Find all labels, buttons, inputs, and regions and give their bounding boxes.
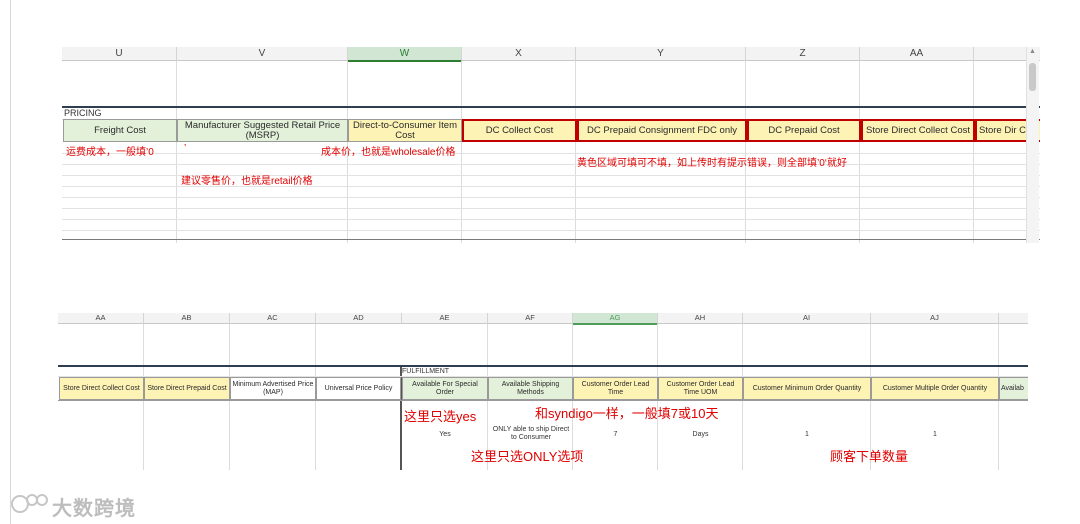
scrollbar-thumb[interactable]	[1029, 63, 1036, 91]
page-edge-line	[10, 0, 11, 524]
annotation-freight: 运费成本，一般填’0	[66, 147, 154, 158]
column-header-ag[interactable]: AG	[573, 313, 658, 325]
header-availab-truncated[interactable]: Availab	[999, 377, 1028, 400]
annotation-yes-only: 这里只选yes	[404, 409, 477, 424]
column-header-y[interactable]: Y	[576, 47, 746, 61]
annotation-syndigo: 和syndigo一样，一般填7或10天	[535, 406, 719, 421]
cell-shipping-value[interactable]: ONLY able to ship Direct to Consumer	[490, 426, 572, 442]
gridline	[62, 197, 1040, 198]
gridline	[62, 164, 1040, 165]
cell-lead-uom-value[interactable]: Days	[658, 431, 743, 439]
header-customer-multiple-order-quantity[interactable]: Customer Multiple Order Quantity	[871, 377, 999, 400]
header-store-direct-prepaid-cost[interactable]: Store Direct Prepaid Cost	[144, 377, 230, 400]
header-customer-minimum-order-quantity[interactable]: Customer Minimum Order Quantity	[743, 377, 871, 400]
column-header-ak[interactable]	[999, 313, 1028, 324]
cell-special-order-value[interactable]: Yes	[402, 431, 488, 439]
gridline	[62, 153, 1040, 154]
header-available-special-order[interactable]: Available For Special Order	[402, 377, 488, 400]
gridline	[62, 230, 1040, 231]
gridline	[745, 61, 746, 243]
header-customer-order-lead-time-uom[interactable]: Customer Order Lead Time UOM	[658, 377, 743, 400]
gridline	[973, 61, 974, 243]
header-available-shipping-methods[interactable]: Available Shipping Methods	[488, 377, 573, 400]
header-customer-order-lead-time[interactable]: Customer Order Lead Time	[573, 377, 658, 400]
column-header-aj[interactable]: AJ	[871, 313, 999, 324]
column-header-af[interactable]: AF	[488, 313, 573, 324]
column-header-ad[interactable]: AD	[316, 313, 402, 324]
column-header-aa[interactable]: AA	[860, 47, 974, 61]
scroll-up-icon[interactable]: ▲	[1029, 48, 1036, 55]
header-store-direct-collect-cost[interactable]: Store Direct Collect Cost	[59, 377, 144, 400]
vertical-scrollbar[interactable]: ▲	[1026, 47, 1039, 243]
fulfillment-sheet: AA AB AC AD AE AF AG AH AI AJ FULFILLMEN…	[58, 313, 1028, 470]
column-header-ab[interactable]: AB	[144, 313, 230, 324]
gridline	[575, 61, 576, 243]
column-header-u[interactable]: U	[62, 47, 177, 61]
column-header-ah[interactable]: AH	[658, 313, 743, 324]
gridline	[62, 208, 1040, 209]
column-header-x[interactable]: X	[462, 47, 576, 61]
annotation-only-option: 这里只选ONLY选项	[471, 449, 584, 464]
header-dtc-item-cost[interactable]: Direct-to-Consumer Item Cost	[348, 119, 462, 142]
header-dc-prepaid-cost[interactable]: DC Prepaid Cost	[747, 119, 861, 142]
gridline	[62, 239, 1040, 240]
cell-min-qty-value[interactable]: 1	[743, 431, 871, 439]
cell-lead-time-value[interactable]: 7	[573, 431, 658, 439]
section-label: FULFILLMENT	[402, 368, 450, 375]
column-header-ac[interactable]: AC	[230, 313, 316, 324]
section-divider	[62, 106, 1040, 108]
watermark-text: 大数跨境	[52, 498, 136, 520]
column-header-z[interactable]: Z	[746, 47, 860, 61]
section-divider	[58, 365, 1028, 367]
annotation-tick: ’	[184, 143, 187, 154]
annotation-retail: 建议零售价，也就是retail价格	[181, 176, 313, 187]
column-header-ai[interactable]: AI	[743, 313, 871, 324]
column-header-v[interactable]: V	[177, 47, 348, 61]
gridline	[176, 61, 177, 243]
watermark: 大数跨境	[10, 488, 150, 520]
gridline	[461, 61, 462, 243]
header-map[interactable]: Minimum Advertised Price (MAP)	[230, 377, 316, 400]
column-header-aa[interactable]: AA	[58, 313, 144, 324]
annotation-cost-price: 成本价，也就是wholesale价格	[321, 147, 456, 158]
column-header-ae[interactable]: AE	[402, 313, 488, 324]
header-msrp[interactable]: Manufacturer Suggested Retail Price (MSR…	[177, 119, 348, 142]
header-dc-collect-cost[interactable]: DC Collect Cost	[462, 119, 577, 142]
annotation-customer-qty: 顾客下单数量	[830, 449, 909, 464]
header-store-direct-collect-cost[interactable]: Store Direct Collect Cost	[861, 119, 975, 142]
brand-logo-icon	[11, 494, 48, 513]
section-label: PRICING	[64, 108, 102, 118]
cell-multiple-qty-value[interactable]: 1	[871, 431, 999, 439]
header-dc-prepaid-consignment[interactable]: DC Prepaid Consignment FDC only	[577, 119, 747, 142]
gridline	[859, 61, 860, 243]
gridline	[58, 400, 1028, 401]
header-freight-cost[interactable]: Freight Cost	[63, 119, 177, 142]
column-header-w[interactable]: W	[348, 47, 462, 62]
pricing-sheet: U V W X Y Z AA PRICING Freight Cost Manu…	[62, 47, 1040, 243]
gridline	[62, 219, 1040, 220]
header-universal-price-policy[interactable]: Universal Price Policy	[316, 377, 401, 400]
annotation-yellow-area: 黄色区域可填可不填，如上传时有提示错误，则全部填’0‘就好	[577, 158, 848, 169]
